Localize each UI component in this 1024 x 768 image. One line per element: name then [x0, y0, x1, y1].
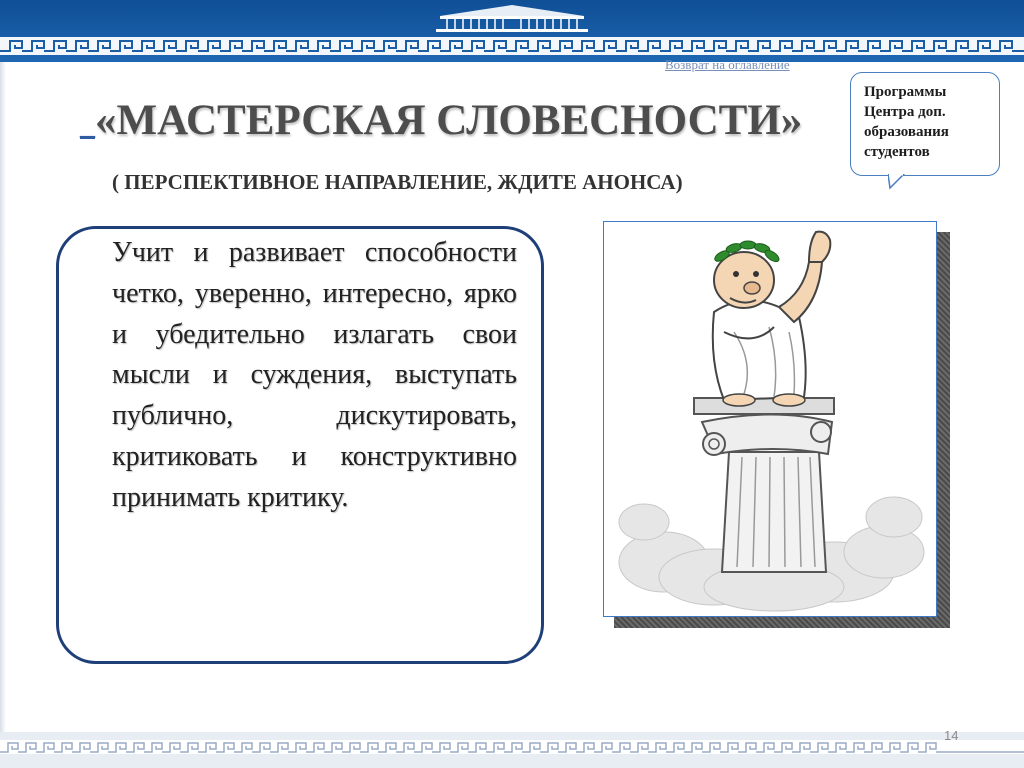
back-to-contents-link[interactable]: Возврат на оглавление — [665, 57, 790, 73]
header-band — [0, 0, 1024, 62]
description-text: Учит и развивает способности четко, увер… — [112, 237, 517, 513]
title-dash: _ — [80, 108, 95, 141]
programs-callout-button[interactable]: Программы Центра доп. образования студен… — [850, 72, 1000, 176]
slide-subtitle: ( ПЕРСПЕКТИВНОЕ НАПРАВЛЕНИЕ, ЖДИТЕ АНОНС… — [112, 170, 683, 194]
callout-line: студентов — [864, 144, 930, 160]
slide-edge-shadow — [0, 62, 6, 732]
university-building-icon — [436, 5, 588, 32]
callout-line: Центра доп. — [864, 104, 946, 120]
header-ornament — [0, 5, 1024, 55]
callout-line: образования — [864, 124, 949, 140]
orator-on-column-icon — [618, 230, 925, 612]
slide-title: «МАСТЕРСКАЯ СЛОВЕСНОСТИ» — [95, 97, 803, 144]
page-number: 14 — [944, 728, 959, 743]
callout-tail — [888, 174, 906, 190]
footer-band — [0, 732, 1024, 768]
footer-ornament — [0, 740, 1024, 754]
orator-illustration-frame — [603, 221, 937, 617]
slide-title-row: _«МАСТЕРСКАЯ СЛОВЕСНОСТИ» — [80, 96, 850, 156]
callout-line: Программы — [864, 84, 947, 100]
